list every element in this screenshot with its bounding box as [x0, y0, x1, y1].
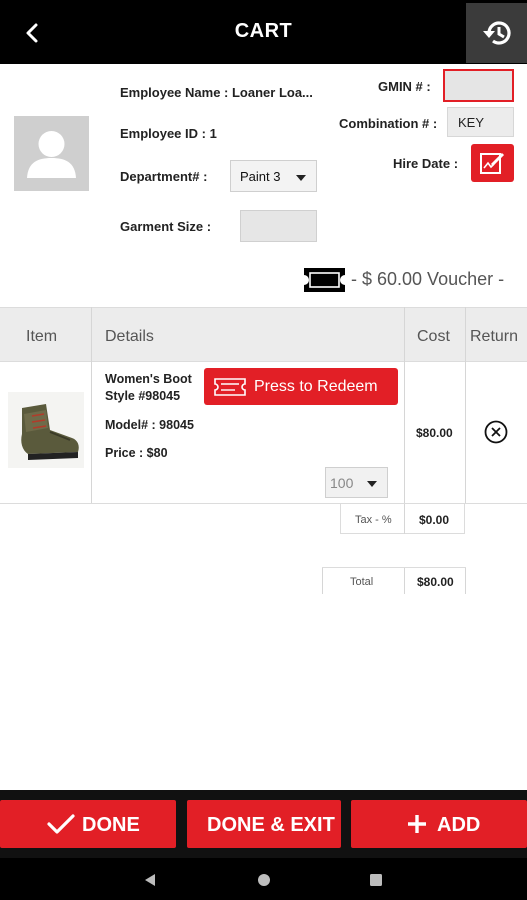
redeem-button[interactable]: Press to Redeem — [204, 368, 398, 405]
total-label: Total — [350, 576, 374, 588]
column-header-return: Return — [470, 328, 519, 345]
department-select[interactable]: Paint 3 — [230, 160, 317, 192]
employee-id: Employee ID : 1 — [120, 126, 217, 141]
done-label: DONE — [82, 814, 140, 836]
voucher-label: - $ 60.00 Voucher - — [351, 269, 505, 289]
redeem-label: Press to Redeem — [254, 378, 378, 395]
chevron-down-icon — [296, 175, 306, 181]
history-icon — [483, 21, 511, 45]
quantity-select[interactable]: 100 — [325, 467, 388, 498]
combination-field[interactable]: KEY — [447, 107, 514, 137]
boot-image — [8, 392, 84, 468]
column-divider — [465, 567, 466, 594]
item-name-line2: Style #98045 — [105, 389, 181, 403]
nav-recents-icon[interactable] — [369, 873, 383, 887]
system-navigation-bar — [0, 858, 527, 900]
add-button[interactable]: ADD — [351, 800, 527, 848]
remove-item-button[interactable] — [484, 420, 508, 444]
close-circle-icon — [484, 420, 508, 444]
top-app-bar: CART — [0, 0, 527, 64]
check-icon — [47, 814, 75, 834]
item-name-line1: Women's Boot — [105, 372, 192, 386]
garment-size-field[interactable] — [240, 210, 317, 242]
item-model: Model# : 98045 — [105, 418, 194, 432]
department-value: Paint 3 — [240, 169, 281, 184]
person-icon — [27, 131, 76, 178]
gmin-field[interactable] — [443, 69, 514, 102]
history-button[interactable] — [466, 3, 527, 63]
divider — [322, 567, 466, 568]
department-label: Department# : — [120, 169, 208, 184]
signature-icon — [480, 152, 505, 174]
gmin-label: GMIN # : — [378, 79, 431, 94]
plus-icon — [408, 815, 426, 833]
item-price: Price : $80 — [105, 446, 168, 460]
quantity-value: 100 — [330, 475, 354, 491]
column-divider — [322, 567, 323, 594]
column-header-details: Details — [105, 328, 154, 345]
combination-label: Combination # : — [339, 116, 438, 131]
tax-value: $0.00 — [419, 513, 450, 527]
column-divider — [404, 504, 405, 534]
done-exit-button[interactable]: DONE & EXIT — [187, 800, 341, 848]
add-label: ADD — [437, 814, 481, 836]
nav-home-icon[interactable] — [257, 873, 271, 887]
ticket-icon — [214, 378, 246, 396]
item-cost: $80.00 — [416, 426, 453, 440]
table-header: Item Details Cost Return — [0, 307, 527, 362]
tax-label: Tax - % — [355, 514, 392, 526]
page-title: CART — [234, 20, 293, 42]
total-value: $80.00 — [417, 575, 454, 589]
chevron-down-icon — [367, 481, 377, 487]
column-header-cost: Cost — [417, 328, 450, 345]
garment-size-label: Garment Size : — [120, 219, 212, 234]
nav-back-icon[interactable] — [143, 873, 157, 887]
hire-date-button[interactable] — [471, 144, 514, 182]
column-divider — [404, 567, 405, 594]
column-header-item: Item — [26, 328, 58, 345]
done-exit-label: DONE & EXIT — [207, 814, 335, 836]
done-button[interactable]: DONE — [0, 800, 176, 848]
employee-name: Employee Name : Loaner Loa... — [120, 85, 313, 100]
ticket-icon — [302, 266, 347, 294]
hire-date-label: Hire Date : — [393, 156, 459, 171]
avatar — [14, 116, 89, 191]
